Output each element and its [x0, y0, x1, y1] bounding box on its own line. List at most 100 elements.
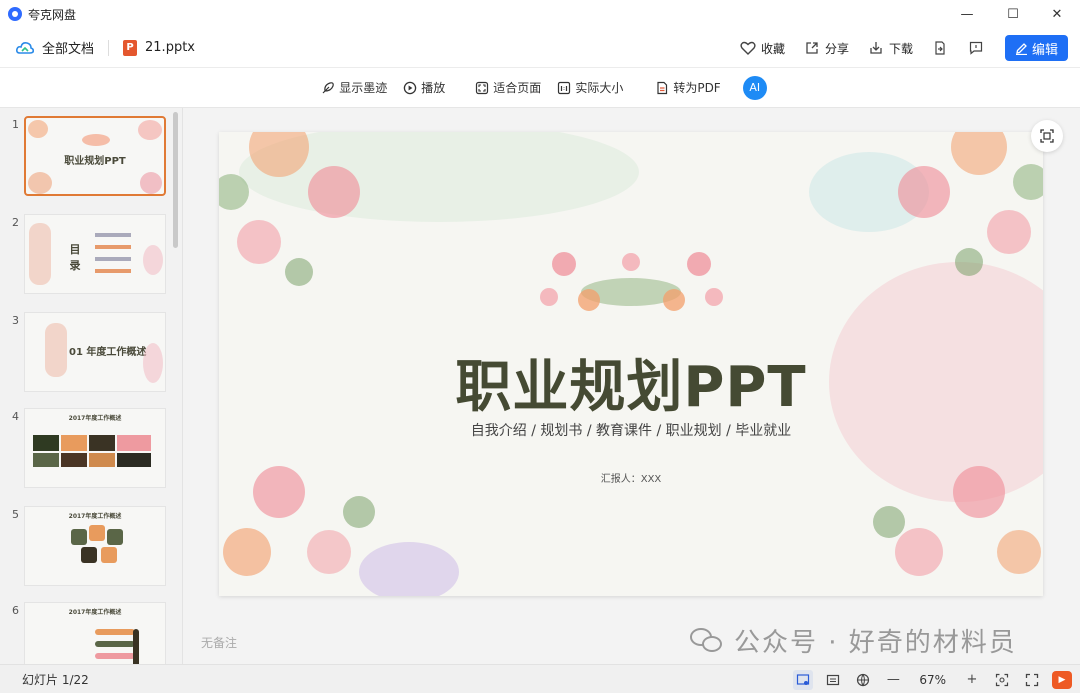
all-docs-breadcrumb[interactable]: 全部文档 — [16, 38, 94, 57]
arrow-bar — [95, 653, 135, 659]
flower-decoration — [140, 172, 162, 194]
ai-assistant-button[interactable]: AI — [742, 75, 767, 100]
feather-icon — [321, 81, 335, 95]
flower-decoration — [82, 134, 110, 146]
heart-icon — [739, 39, 757, 57]
thumbnail-preview: 目录 — [24, 214, 166, 294]
thumbnail-item[interactable]: 2 目录 — [0, 214, 172, 296]
download-icon — [867, 39, 885, 57]
convert-pdf-button[interactable]: 转为PDF — [655, 79, 721, 96]
app-title: 夸克网盘 — [28, 7, 77, 22]
share-button[interactable]: 分享 — [797, 34, 855, 62]
arrow-bar — [133, 629, 139, 664]
photo-block — [61, 435, 87, 451]
thumbnail-item[interactable]: 5 2017年度工作概述 — [0, 506, 172, 588]
watermark: 公众号 · 好奇的材料员 — [690, 622, 1017, 659]
fullscreen-icon[interactable] — [1022, 670, 1042, 690]
slide-subtitle: 自我介绍 / 规划书 / 教育课件 / 职业规划 / 毕业就业 — [470, 423, 792, 439]
notes-view-icon[interactable] — [823, 670, 843, 690]
toc-line — [95, 269, 131, 273]
flower-decoration — [28, 120, 48, 138]
slide-canvas: 职业规划PPT 自我介绍 / 规划书 / 教育课件 / 职业规划 / 毕业就业 … — [183, 108, 1080, 664]
flower-decoration — [138, 120, 162, 140]
thumbnail-number: 3 — [12, 314, 19, 327]
maximize-button[interactable]: ☐ — [990, 0, 1036, 28]
zoom-out-button[interactable]: — — [883, 670, 903, 690]
toc-line — [95, 233, 131, 237]
current-slide: 职业规划PPT 自我介绍 / 规划书 / 教育课件 / 职业规划 / 毕业就业 … — [219, 132, 1043, 596]
thumbnail-title: 2017年度工作概述 — [68, 415, 122, 422]
all-docs-label: 全部文档 — [42, 42, 95, 57]
frame-icon — [1039, 128, 1055, 144]
app-logo-icon — [8, 7, 22, 21]
thumbnail-title: 职业规划PPT — [64, 156, 126, 167]
thumbnail-number: 1 — [12, 118, 19, 131]
slideshow-play-button[interactable]: ▶ — [1052, 670, 1072, 689]
photo-block — [61, 453, 87, 467]
toc-line — [95, 257, 131, 261]
show-ink-button[interactable]: 显示墨迹 — [321, 79, 387, 96]
export-file-icon — [931, 39, 949, 57]
fit-page-label: 适合页面 — [493, 81, 542, 95]
close-button[interactable]: ✕ — [1034, 0, 1080, 28]
export-button[interactable] — [925, 34, 955, 62]
convert-pdf-label: 转为PDF — [673, 81, 721, 95]
notes-placeholder[interactable]: 无备注 — [201, 634, 237, 651]
hexagon-shape — [89, 525, 105, 541]
thumbnail-title: 目录 — [69, 243, 81, 272]
hexagon-shape — [81, 547, 97, 563]
view-toolbar: 显示墨迹 播放 适合页面 实际大小 转为PDF AI — [0, 68, 1080, 108]
file-tab[interactable]: P 21.pptx — [123, 39, 195, 56]
cloud-icon — [16, 39, 34, 57]
thumbnail-item[interactable]: 3 01 年度工作概述 — [0, 312, 172, 394]
thumbnail-preview: 2017年度工作概述 — [24, 408, 166, 488]
play-button[interactable]: 播放 — [403, 79, 445, 96]
normal-view-icon[interactable] — [793, 669, 814, 690]
photo-block — [33, 453, 59, 467]
title-bar: 夸克网盘 — ☐ ✕ — [0, 0, 1080, 28]
thumbnail-number: 5 — [12, 508, 19, 521]
screenshot-tool-button[interactable] — [1031, 120, 1063, 152]
thumbnail-number: 2 — [12, 216, 19, 229]
zoom-in-button[interactable]: + — [962, 670, 982, 690]
favorite-button[interactable]: 收藏 — [733, 34, 791, 62]
arrow-bar — [95, 641, 135, 647]
wechat-icon — [690, 626, 726, 656]
edit-button[interactable]: 编辑 — [1004, 35, 1068, 61]
actual-size-icon — [557, 81, 571, 95]
comment-icon — [967, 39, 985, 57]
thumbnail-number: 6 — [12, 604, 19, 617]
thumbnail-scrollbar[interactable] — [173, 112, 178, 248]
download-button[interactable]: 下载 — [861, 34, 919, 62]
photo-block — [89, 435, 115, 451]
pptx-file-icon: P — [123, 39, 138, 56]
hexagon-shape — [71, 529, 87, 545]
minimize-button[interactable]: — — [944, 0, 990, 28]
edit-label: 编辑 — [1031, 42, 1058, 58]
flower-decoration — [45, 323, 67, 377]
favorite-label: 收藏 — [760, 41, 785, 56]
fit-window-icon[interactable] — [992, 670, 1012, 690]
play-circle-icon — [403, 81, 417, 95]
thumbnail-item[interactable]: 6 2017年度工作概述 — [0, 602, 172, 664]
actual-size-button[interactable]: 实际大小 — [557, 79, 623, 96]
toolbar-actions: 收藏 分享 下载 编辑 — [733, 28, 1068, 68]
slide-reporter: 汇报人：XXX — [600, 474, 662, 485]
share-icon — [803, 39, 821, 57]
ai-icon: AI — [749, 81, 761, 94]
fit-page-icon — [475, 81, 489, 95]
show-ink-label: 显示墨迹 — [339, 81, 388, 95]
fit-page-button[interactable]: 适合页面 — [475, 79, 541, 96]
thumbnail-item[interactable]: 4 2017年度工作概述 — [0, 408, 172, 490]
flower-decoration — [28, 172, 52, 194]
thumbnail-item[interactable]: 1 职业规划PPT — [0, 116, 172, 198]
globe-icon[interactable] — [853, 670, 873, 690]
thumbnail-preview: 2017年度工作概述 — [24, 506, 166, 586]
comment-button[interactable] — [961, 34, 991, 62]
flower-decoration — [143, 245, 163, 275]
photo-block — [89, 453, 115, 467]
slide-thumbnail-panel: 1 职业规划PPT 2 目录 3 01 年度工作概述 4 2017年度工作概述 … — [0, 108, 183, 664]
file-name: 21.pptx — [145, 40, 195, 55]
pdf-icon — [655, 81, 669, 95]
watermark-text: 公众号 · 好奇的材料员 — [734, 628, 1017, 658]
